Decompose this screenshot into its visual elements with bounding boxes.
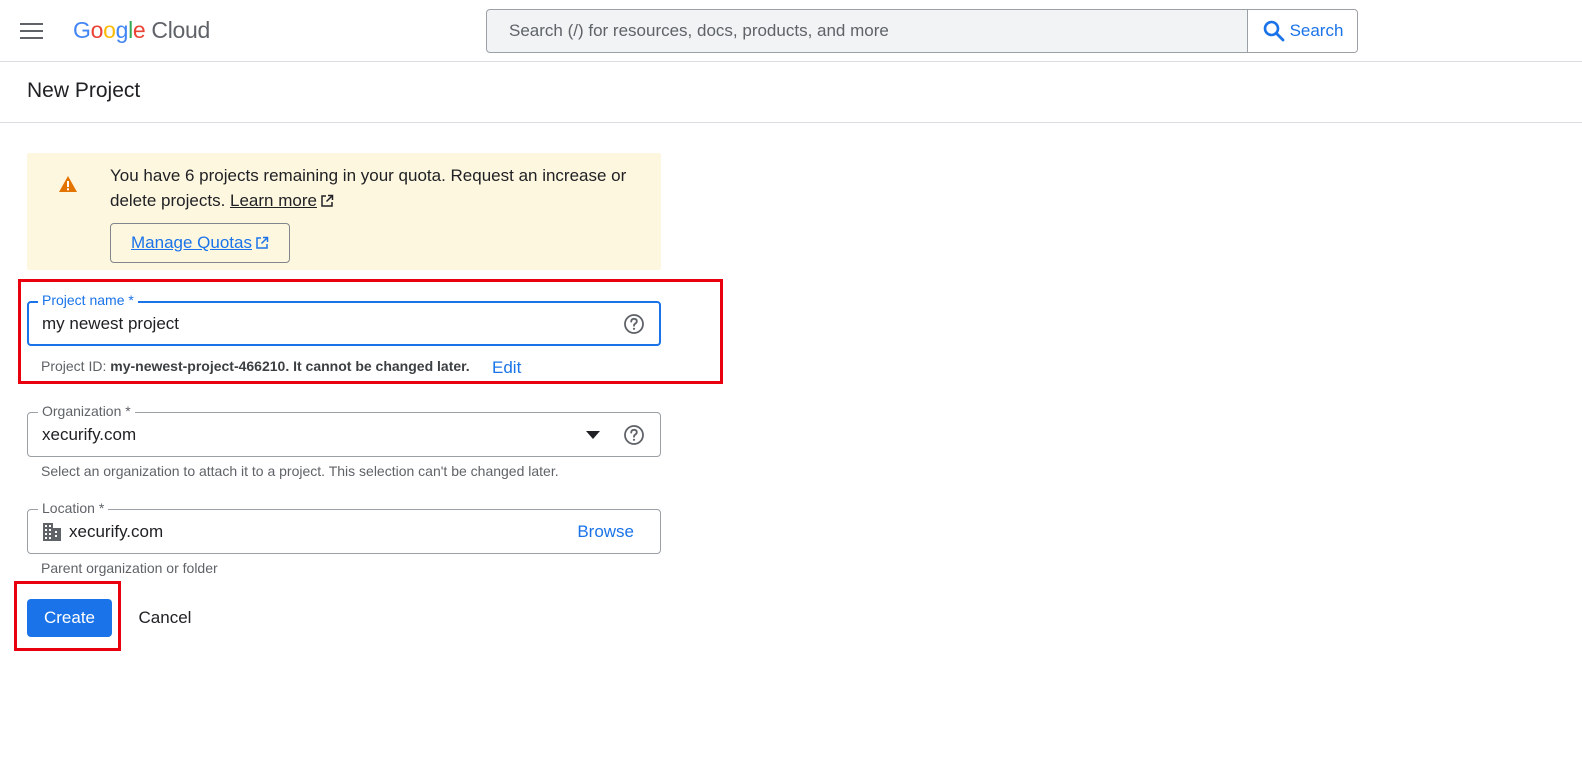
page-title: New Project bbox=[27, 79, 141, 102]
page-header: New Project bbox=[0, 62, 1582, 123]
menu-icon[interactable] bbox=[20, 20, 44, 40]
location-helper: Parent organization or folder bbox=[41, 560, 218, 576]
google-cloud-logo[interactable]: Google Cloud bbox=[73, 15, 210, 45]
learn-more-link[interactable]: Learn more bbox=[230, 191, 317, 210]
manage-quotas-label: Manage Quotas bbox=[131, 233, 252, 252]
external-link-icon bbox=[321, 194, 334, 207]
search-icon bbox=[1263, 20, 1284, 42]
search-button[interactable]: Search bbox=[1247, 10, 1357, 52]
search-bar: Search bbox=[486, 9, 1358, 53]
building-icon bbox=[43, 523, 61, 541]
search-input[interactable] bbox=[487, 10, 1247, 52]
warning-icon bbox=[59, 176, 77, 192]
manage-quotas-button[interactable]: Manage Quotas bbox=[110, 223, 290, 263]
quota-banner: You have 6 projects remaining in your qu… bbox=[27, 153, 661, 270]
browse-button[interactable]: Browse bbox=[577, 510, 634, 553]
dropdown-arrow-icon[interactable] bbox=[586, 431, 600, 439]
top-bar: Google Cloud Search bbox=[0, 0, 1582, 62]
location-value: xecurify.com bbox=[69, 521, 164, 541]
project-name-highlight bbox=[18, 279, 723, 384]
organization-value: xecurify.com bbox=[42, 424, 137, 444]
organization-select[interactable]: Organization * xecurify.com bbox=[27, 402, 661, 457]
help-icon[interactable] bbox=[623, 424, 645, 446]
organization-helper: Select an organization to attach it to a… bbox=[41, 463, 559, 479]
cancel-button[interactable]: Cancel bbox=[123, 599, 207, 637]
search-button-label: Search bbox=[1289, 21, 1344, 40]
create-button-highlight bbox=[14, 581, 121, 651]
external-link-icon bbox=[256, 236, 269, 249]
location-field: Location * xecurify.com Browse bbox=[27, 499, 661, 554]
quota-message: You have 6 projects remaining in your qu… bbox=[110, 166, 627, 210]
